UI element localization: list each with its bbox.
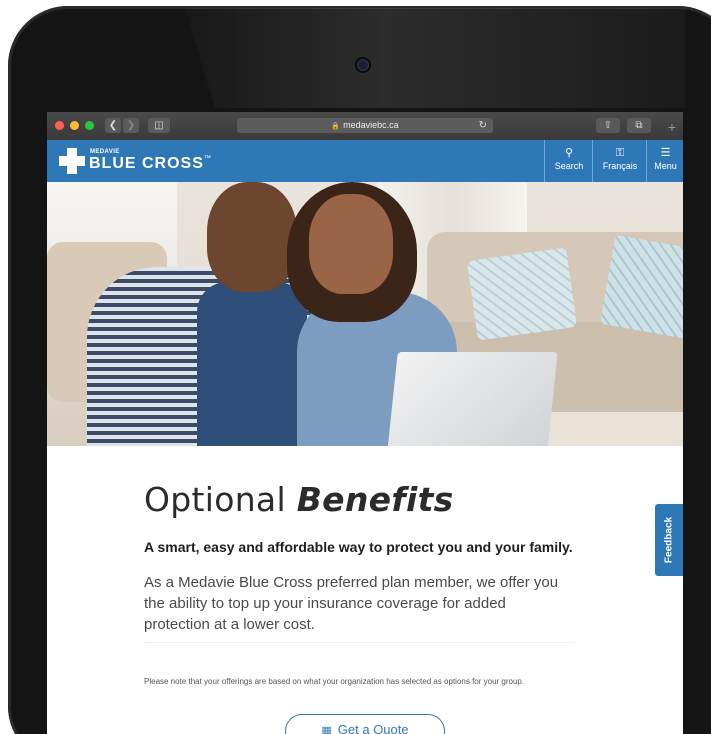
page-title-plain: Optional (144, 480, 286, 519)
nav-menu-label: Menu (654, 161, 677, 171)
nav-language-label: Français (602, 161, 638, 171)
share-icon: ⇧ (603, 120, 613, 131)
calculator-icon: ▦ (321, 725, 332, 734)
hero-pillow (599, 234, 683, 340)
trademark: ™ (203, 155, 212, 162)
nav-search[interactable]: ⚲ Search (544, 140, 593, 182)
feedback-label: Feedback (663, 516, 675, 564)
page-title: Optional Benefits (144, 480, 454, 519)
get-a-quote-label: Get a Quote (337, 722, 409, 734)
logo-big-text: BLUE CROSS™ (89, 155, 212, 173)
hero-laptop (386, 352, 558, 446)
chevron-right-icon: ❯ (126, 120, 136, 131)
search-icon: ⚲ (564, 147, 574, 159)
lock-icon: 🔒 (331, 123, 341, 130)
get-a-quote-button[interactable]: ▦ Get a Quote (285, 714, 445, 734)
nav-language[interactable]: ⚿ Français (592, 140, 647, 182)
offerings-note: Please note that your offerings are base… (144, 677, 525, 686)
hero-image (47, 182, 683, 446)
hero-man-tee (197, 282, 307, 446)
tabs-icon: ⧉ (635, 120, 643, 131)
share-button[interactable]: ⇧ (596, 118, 620, 133)
forward-button[interactable]: ❯ (123, 118, 139, 133)
address-bar[interactable]: 🔒 medaviebc.ca ↻ (237, 118, 493, 133)
browser-toolbar: ❮ ❯ ◫ 🔒 medaviebc.ca ↻ ⇧ ⧉ + (47, 112, 683, 140)
sidebar-icon: ◫ (154, 120, 164, 131)
feedback-tab[interactable]: Feedback (655, 504, 683, 576)
page-subtitle: A smart, easy and affordable way to prot… (144, 539, 573, 555)
hero-pillow (466, 247, 578, 341)
nav-search-label: Search (554, 161, 584, 171)
sidebar-toggle-button[interactable]: ◫ (148, 118, 170, 133)
hero-man-head (207, 182, 297, 292)
url-text: medaviebc.ca (343, 120, 399, 130)
hero-woman-head (309, 194, 393, 294)
plus-icon: + (667, 119, 677, 135)
logo-name: BLUE CROSS (89, 155, 204, 172)
main-content: Optional Benefits A smart, easy and affo… (47, 446, 683, 734)
tabs-button[interactable]: ⧉ (627, 118, 651, 133)
page-title-emphasis: Benefits (296, 480, 454, 519)
camera-icon (357, 59, 369, 71)
reload-icon[interactable]: ↻ (479, 118, 487, 133)
minimize-window-button[interactable] (70, 121, 79, 130)
site-header: MEDAVIE BLUE CROSS™ ⚲ Search ⚿ Français … (47, 140, 683, 182)
maximize-window-button[interactable] (85, 121, 94, 130)
new-tab-button[interactable]: + (663, 118, 681, 136)
divider (144, 642, 574, 644)
back-button[interactable]: ❮ (105, 118, 121, 133)
globe-icon: ⚿ (615, 147, 625, 159)
close-window-button[interactable] (55, 121, 64, 130)
nav-menu[interactable]: ☰ Menu (646, 140, 683, 182)
intro-paragraph: As a Medavie Blue Cross preferred plan m… (144, 574, 559, 633)
screen: ❮ ❯ ◫ 🔒 medaviebc.ca ↻ ⇧ ⧉ + MEDAVIE BLUE… (47, 112, 683, 734)
blue-cross-icon (59, 148, 85, 174)
chevron-left-icon: ❮ (108, 120, 118, 131)
hamburger-icon: ☰ (660, 147, 671, 159)
tablet-gloss (185, 8, 685, 108)
